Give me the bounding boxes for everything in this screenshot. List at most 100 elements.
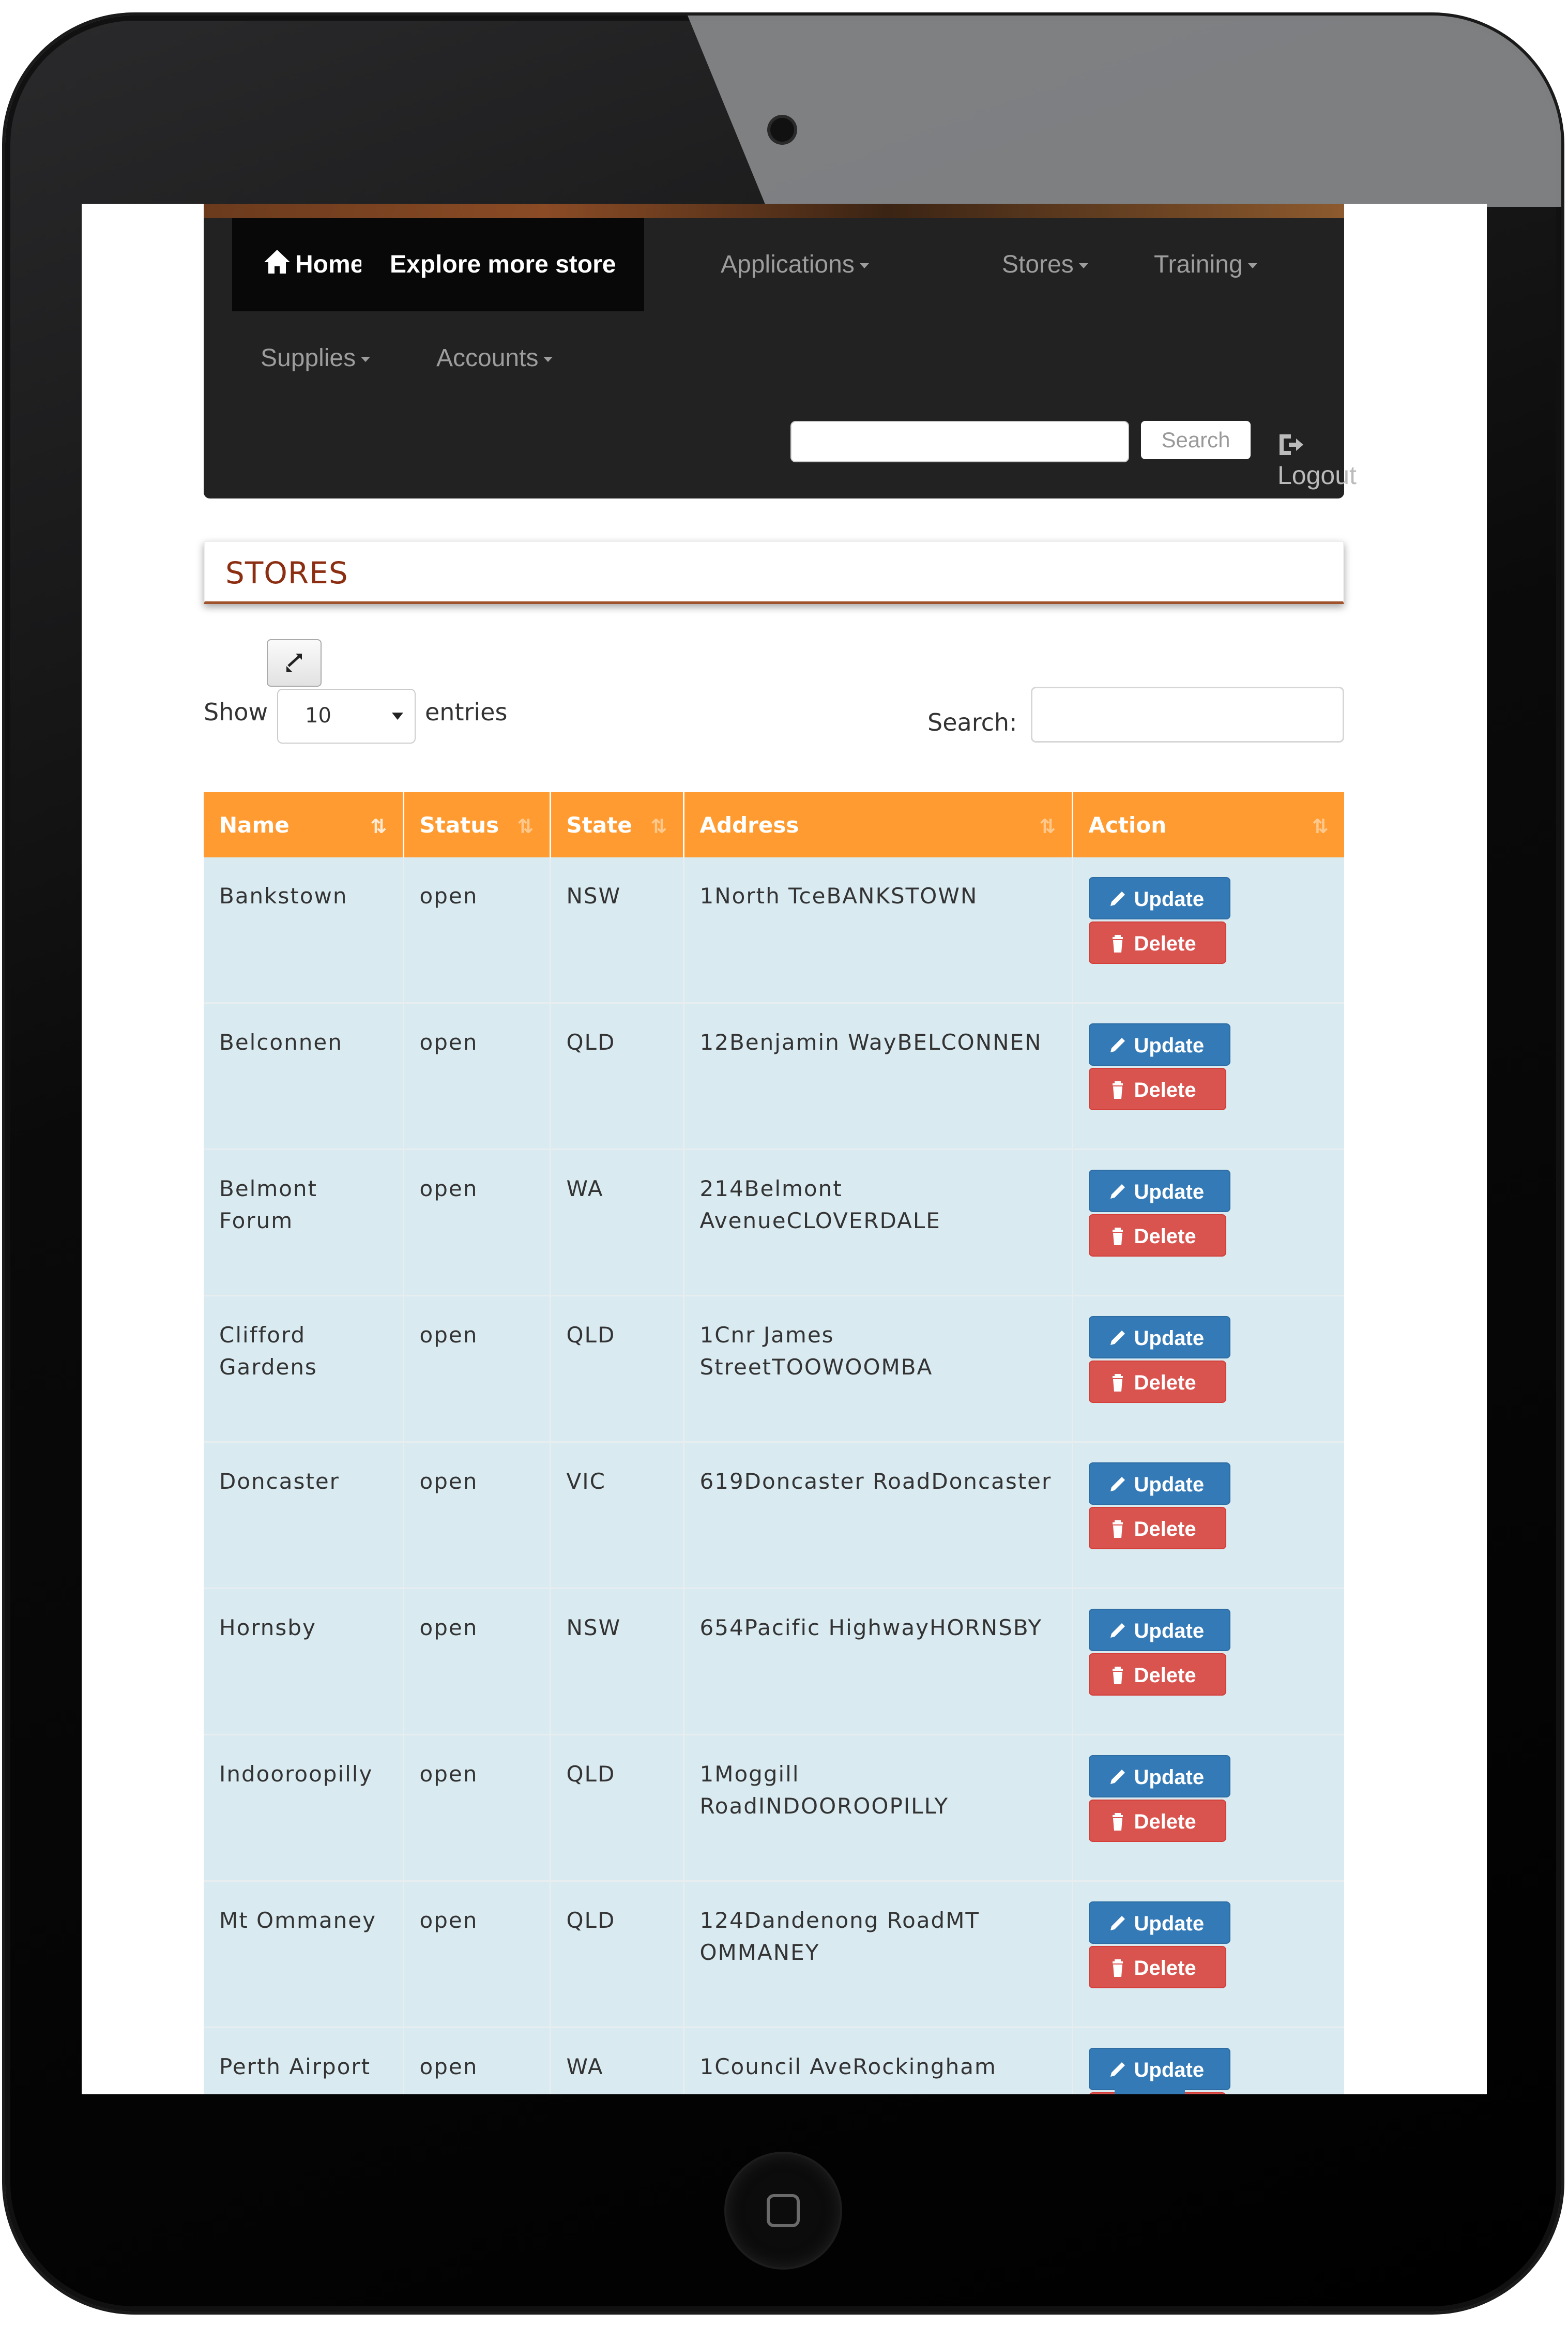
- update-button[interactable]: Update: [1088, 1316, 1230, 1358]
- cell-name: Perth Airport: [204, 2027, 404, 2094]
- caret-down-icon: [859, 263, 869, 269]
- update-button[interactable]: Update: [1088, 1462, 1230, 1505]
- delete-button[interactable]: Delete: [1088, 1214, 1226, 1257]
- sort-icon: ⇅: [1312, 815, 1329, 838]
- delete-label: Delete: [1134, 1225, 1196, 1248]
- table-search-input[interactable]: [1031, 687, 1344, 743]
- col-header-label: Action: [1088, 812, 1167, 838]
- cell-name: Belmont Forum: [204, 1149, 404, 1296]
- update-button[interactable]: Update: [1088, 1901, 1230, 1944]
- update-button[interactable]: Update: [1088, 1023, 1230, 1066]
- page-title: STORES: [225, 555, 348, 591]
- caret-down-icon: [543, 357, 553, 362]
- logout-link[interactable]: Logout: [1277, 430, 1357, 490]
- expand-button[interactable]: [267, 639, 322, 687]
- col-header-label: State: [566, 812, 632, 838]
- table-row: Belconnen open QLD 12Benjamin WayBELCONNEN U…: [204, 1003, 1344, 1150]
- trash-icon: [1112, 1081, 1123, 1099]
- cell-name: Doncaster: [204, 1442, 404, 1589]
- cell-status: open: [403, 1442, 551, 1589]
- show-label: Show: [204, 698, 268, 726]
- update-label: Update: [1134, 888, 1205, 911]
- delete-label: Delete: [1134, 1664, 1196, 1687]
- caret-down-icon: [361, 357, 371, 362]
- delete-label: Delete: [1134, 1371, 1196, 1394]
- cell-status: open: [403, 1881, 551, 2028]
- nav-explore[interactable]: Explore more store: [361, 218, 645, 311]
- delete-button[interactable]: Delete: [1088, 1946, 1226, 1988]
- delete-button[interactable]: Delete: [1088, 1068, 1226, 1110]
- nav-search-button[interactable]: Search: [1141, 421, 1251, 459]
- page-size-select[interactable]: 10: [277, 689, 416, 744]
- nav-search-input[interactable]: [790, 421, 1129, 462]
- table-body: Bankstown open NSW 1North TceBANKSTOWN Updat…: [204, 857, 1344, 2094]
- cell-name: Hornsby: [204, 1588, 404, 1735]
- update-button[interactable]: Update: [1088, 1170, 1230, 1212]
- update-label: Update: [1134, 1327, 1205, 1350]
- cell-name: Clifford Gardens: [204, 1295, 404, 1443]
- col-header-status[interactable]: Status ⇅: [403, 792, 551, 857]
- cell-status: open: [403, 1149, 551, 1296]
- nav-accounts[interactable]: Accounts: [436, 312, 553, 405]
- trash-icon: [1112, 935, 1123, 953]
- nav-home-label: Home: [295, 251, 364, 278]
- cell-address: 1Moggill RoadINDOOROOPILLY: [683, 1734, 1073, 1882]
- cell-state: WA: [550, 1149, 684, 1296]
- delete-button[interactable]: Delete: [1088, 1361, 1226, 1403]
- nav-applications[interactable]: Applications: [721, 218, 869, 311]
- nav-stores[interactable]: Stores: [1002, 218, 1088, 311]
- update-label: Update: [1134, 1034, 1205, 1057]
- device-home-button[interactable]: [726, 2154, 840, 2268]
- delete-label: Delete: [1134, 1957, 1196, 1980]
- table-row: Belmont Forum open WA 214Belmont AvenueCLOV…: [204, 1149, 1344, 1296]
- cell-name: Indooroopilly: [204, 1734, 404, 1882]
- table-row: Indooroopilly open QLD 1Moggill RoadINDOORO…: [204, 1734, 1344, 1882]
- cell-action: Update Delete: [1072, 1588, 1344, 1735]
- col-header-name[interactable]: Name ⇅: [204, 792, 404, 857]
- update-button[interactable]: Update: [1088, 1609, 1230, 1651]
- table-search-label: Search:: [927, 708, 1017, 736]
- pencil-icon: [1110, 1477, 1125, 1491]
- cell-state: QLD: [550, 1881, 684, 2028]
- table-row: Clifford Gardens open QLD 1Cnr James Street…: [204, 1295, 1344, 1443]
- update-button[interactable]: Update: [1088, 877, 1230, 919]
- page-size-value: 10: [305, 704, 331, 728]
- col-header-address[interactable]: Address ⇅: [683, 792, 1073, 857]
- delete-button[interactable]: Delete: [1088, 1800, 1226, 1842]
- delete-label: Delete: [1134, 1518, 1196, 1540]
- trash-icon: [1112, 1228, 1123, 1245]
- update-button[interactable]: Update: [1088, 2048, 1230, 2090]
- pencil-icon: [1110, 1916, 1125, 1930]
- table-row: Bankstown open NSW 1North TceBANKSTOWN Updat…: [204, 857, 1344, 1004]
- sort-icon: ⇅: [517, 815, 534, 838]
- cell-state: NSW: [550, 857, 684, 1004]
- screen: Home Explore more store Applications Sto…: [82, 204, 1487, 2094]
- nav-training[interactable]: Training: [1154, 218, 1257, 311]
- col-header-action[interactable]: Action ⇅: [1072, 792, 1344, 857]
- cell-action: Update Delete: [1072, 1149, 1344, 1296]
- update-label: Update: [1134, 1766, 1205, 1789]
- delete-button[interactable]: Delete: [1088, 921, 1226, 964]
- delete-button[interactable]: Delete: [1088, 1653, 1226, 1696]
- nav-supplies[interactable]: Supplies: [261, 312, 371, 405]
- update-label: Update: [1134, 1473, 1205, 1496]
- dropdown-arrow-icon: [392, 713, 403, 720]
- cell-status: open: [403, 1734, 551, 1882]
- cell-status: open: [403, 857, 551, 1004]
- tablet-device: Home Explore more store Applications Sto…: [0, 0, 1568, 2327]
- pencil-icon: [1110, 891, 1125, 906]
- update-button[interactable]: Update: [1088, 1755, 1230, 1797]
- update-label: Update: [1134, 1620, 1205, 1642]
- cell-state: QLD: [550, 1295, 684, 1443]
- cell-status: open: [403, 1295, 551, 1443]
- pencil-icon: [1110, 1038, 1125, 1052]
- cell-address: 12Benjamin WayBELCONNEN: [683, 1003, 1073, 1150]
- col-header-state[interactable]: State ⇅: [550, 792, 684, 857]
- cell-status: open: [403, 1003, 551, 1150]
- delete-button[interactable]: Delete: [1088, 1507, 1226, 1549]
- table-row: Hornsby open NSW 654Pacific HighwayHORNSBY U…: [204, 1588, 1344, 1735]
- nav-training-label: Training: [1154, 251, 1243, 278]
- table-row: Doncaster open VIC 619Doncaster RoadDoncast…: [204, 1442, 1344, 1589]
- bezel-glare: [688, 16, 1561, 207]
- trash-icon: [1112, 1813, 1123, 1831]
